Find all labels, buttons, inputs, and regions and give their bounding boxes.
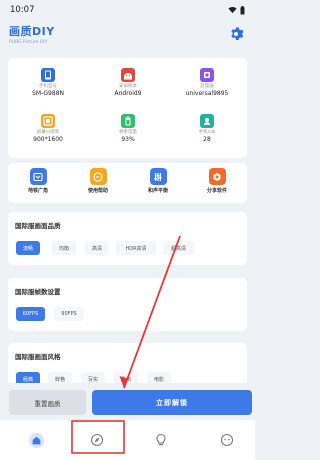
status-time: 10:07 bbox=[10, 5, 35, 15]
battery-icon bbox=[121, 114, 135, 128]
screen-icon bbox=[41, 114, 55, 128]
widescreen-icon bbox=[29, 168, 47, 185]
bottom-nav bbox=[0, 420, 255, 460]
battery-status-icon bbox=[240, 5, 245, 14]
info-item-sdk: 手机sdk 28 bbox=[167, 114, 247, 144]
equalizer-icon bbox=[149, 168, 167, 185]
home-icon bbox=[28, 432, 44, 448]
compass-icon bbox=[90, 433, 104, 447]
quality-option-ultra[interactable]: 超高清 bbox=[163, 241, 194, 255]
quality-option-balanced[interactable]: 均衡 bbox=[52, 241, 76, 255]
bottom-action-bar: 重置画质 立即解锁 bbox=[0, 383, 255, 420]
share-icon bbox=[208, 168, 226, 185]
fps-option-90[interactable]: 90FPS bbox=[54, 307, 84, 321]
quality-section-title: 国际服画面品质 bbox=[15, 222, 61, 230]
nav-discover[interactable] bbox=[87, 430, 107, 450]
app-header: 画质DIY PUBG Picture DIY bbox=[9, 23, 246, 49]
info-item-cpu: 处理器 universal9895 bbox=[167, 68, 247, 98]
lightbulb-icon bbox=[156, 433, 166, 446]
device-info-card: 手机型号 SM-G988N 安卓版本 Android9 处理器 universa… bbox=[8, 58, 247, 158]
fps-section-title: 国际服帧数设置 bbox=[15, 288, 61, 296]
help-icon bbox=[89, 168, 107, 185]
chip-icon bbox=[200, 68, 214, 82]
smiley-icon bbox=[220, 433, 234, 447]
status-bar: 10:07 bbox=[0, 0, 255, 20]
info-item-resolution: 屏幕分辨率 900*1600 bbox=[8, 114, 88, 144]
quality-option-hd[interactable]: 高清 bbox=[85, 241, 109, 255]
quick-action-widescreen[interactable]: 地铁广角 bbox=[8, 168, 68, 194]
info-item-android: 安卓版本 Android9 bbox=[88, 68, 168, 98]
quick-action-equalizer[interactable]: 和声平衡 bbox=[128, 168, 188, 194]
nav-tips[interactable] bbox=[151, 430, 171, 450]
quick-action-help[interactable]: 使用帮助 bbox=[68, 168, 128, 194]
quality-section: 国际服画面品质 流畅 均衡 高清 HDR高清 超高清 bbox=[8, 212, 247, 265]
nav-home[interactable] bbox=[26, 430, 46, 450]
quality-option-hdr[interactable]: HDR高清 bbox=[116, 241, 156, 255]
quality-option-smooth[interactable]: 流畅 bbox=[16, 241, 40, 255]
reset-quality-button[interactable]: 重置画质 bbox=[9, 390, 86, 415]
sdk-icon bbox=[200, 114, 214, 128]
style-section-title: 国际服画面风格 bbox=[15, 353, 61, 361]
quick-actions-card: 地铁广角 使用帮助 和声平衡 分享软件 bbox=[8, 163, 247, 203]
android-icon bbox=[121, 68, 135, 82]
phone-icon bbox=[41, 68, 55, 82]
info-item-battery: 剩余电量 93% bbox=[88, 114, 168, 144]
app-title: 画质DIY bbox=[9, 25, 55, 38]
app-subtitle: PUBG Picture DIY bbox=[9, 40, 48, 45]
info-item-model: 手机型号 SM-G988N bbox=[8, 68, 88, 98]
fps-option-60[interactable]: 60FPS bbox=[16, 307, 45, 321]
fps-section: 国际服帧数设置 60FPS 90FPS bbox=[8, 278, 247, 331]
settings-gear-icon[interactable] bbox=[228, 26, 244, 42]
quick-action-share[interactable]: 分享软件 bbox=[187, 168, 247, 194]
nav-profile[interactable] bbox=[217, 430, 237, 450]
wifi-icon bbox=[228, 7, 237, 14]
apply-unlock-button[interactable]: 立即解锁 bbox=[92, 390, 252, 415]
